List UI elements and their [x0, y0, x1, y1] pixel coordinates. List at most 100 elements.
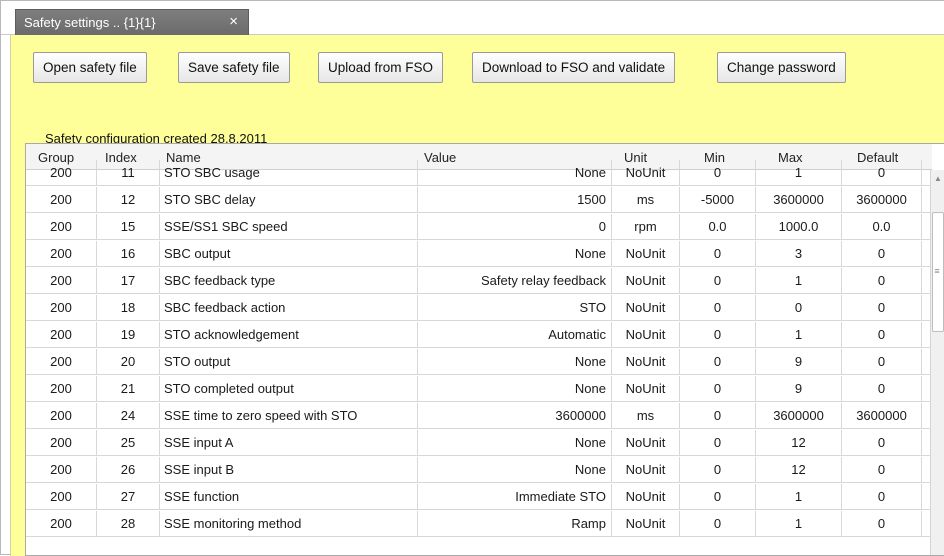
cell-default: 0	[842, 430, 922, 456]
table-row[interactable]: 200 27 SSE function Immediate STO NoUnit 0 1 0	[26, 484, 932, 510]
cell-value: None	[418, 430, 612, 456]
cell-max: 12	[756, 430, 842, 456]
table-row[interactable]: 200 15 SSE/SS1 SBC speed 0 rpm 0.0 1000.0 0.0	[26, 214, 932, 240]
table-row[interactable]: 200 17 SBC feedback type Safety relay feedb…	[26, 268, 932, 294]
cell-default: 0	[842, 484, 922, 510]
table-row[interactable]: 200 25 SSE input A None NoUnit 0 12 0	[26, 430, 932, 456]
cell-value: 1500	[418, 187, 612, 213]
cell-unit: NoUnit	[612, 241, 680, 267]
cell-default: 0	[842, 295, 922, 321]
cell-group: 200	[26, 484, 97, 510]
cell-group: 200	[26, 511, 97, 537]
download-to-fso-button[interactable]: Download to FSO and validate	[472, 52, 676, 83]
cell-value: None	[418, 241, 612, 267]
cell-max: 1	[756, 322, 842, 348]
save-safety-file-button[interactable]: Save safety file	[178, 52, 290, 83]
cell-max: 3	[756, 241, 842, 267]
cell-max: 1	[756, 511, 842, 537]
cell-unit: NoUnit	[612, 268, 680, 294]
cell-index: 18	[97, 295, 160, 321]
table-row[interactable]: 200 12 STO SBC delay 1500 ms -5000 3600000 3600…	[26, 187, 932, 213]
cell-default: 0	[842, 241, 922, 267]
cell-default: 0.0	[842, 214, 922, 240]
table-row[interactable]: 200 18 SBC feedback action STO NoUnit 0 0 0	[26, 295, 932, 321]
cell-min: 0.0	[680, 214, 756, 240]
cell-value: STO	[418, 295, 612, 321]
cell-max: 9	[756, 349, 842, 375]
close-icon[interactable]: ×	[229, 13, 238, 30]
cell-max: 9	[756, 376, 842, 402]
table-row[interactable]: 200 16 SBC output None NoUnit 0 3 0	[26, 241, 932, 267]
cell-index: 20	[97, 349, 160, 375]
cell-min: 0	[680, 349, 756, 375]
cell-group: 200	[26, 295, 97, 321]
cell-max: 1	[756, 484, 842, 510]
cell-name: SSE time to zero speed with STO	[160, 403, 418, 429]
cell-value: Automatic	[418, 322, 612, 348]
cell-min: 0	[680, 322, 756, 348]
cell-min: 0	[680, 268, 756, 294]
open-safety-file-button[interactable]: Open safety file	[33, 52, 147, 83]
cell-group: 200	[26, 403, 97, 429]
cell-group: 200	[26, 322, 97, 348]
window: Safety settings .. {1}{1} × Open safety …	[0, 0, 944, 556]
cell-index: 26	[97, 457, 160, 483]
cell-default: 3600000	[842, 187, 922, 213]
cell-value: None	[418, 376, 612, 402]
cell-unit: NoUnit	[612, 376, 680, 402]
change-password-button[interactable]: Change password	[717, 52, 846, 83]
cell-unit: NoUnit	[612, 295, 680, 321]
cell-max: 12	[756, 457, 842, 483]
cell-min: -5000	[680, 187, 756, 213]
cell-unit: NoUnit	[612, 430, 680, 456]
table-row[interactable]: 200 11 STO SBC usage None NoUnit 0 1 0	[26, 160, 932, 186]
cell-group: 200	[26, 214, 97, 240]
cell-name: SSE/SS1 SBC speed	[160, 214, 418, 240]
table-row[interactable]: 200 19 STO acknowledgement Automatic NoUnit 0…	[26, 322, 932, 348]
cell-unit: NoUnit	[612, 322, 680, 348]
cell-default: 0	[842, 349, 922, 375]
upload-from-fso-button[interactable]: Upload from FSO	[318, 52, 444, 83]
cell-unit: NoUnit	[612, 457, 680, 483]
table-row[interactable]: 200 21 STO completed output None NoUnit 0 9 0	[26, 376, 932, 402]
cell-index: 24	[97, 403, 160, 429]
cell-group: 200	[26, 241, 97, 267]
cell-value: None	[418, 349, 612, 375]
tab-title: Safety settings .. {1}{1}	[24, 15, 156, 30]
cell-group: 200	[26, 376, 97, 402]
cell-unit: NoUnit	[612, 511, 680, 537]
cell-name: SSE monitoring method	[160, 511, 418, 537]
cell-index: 27	[97, 484, 160, 510]
cell-value: None	[418, 457, 612, 483]
cell-index: 11	[97, 160, 160, 186]
cell-index: 16	[97, 241, 160, 267]
cell-max: 1	[756, 268, 842, 294]
cell-max: 3600000	[756, 187, 842, 213]
scroll-up-icon[interactable]: ▲	[931, 174, 944, 183]
cell-value: Immediate STO	[418, 484, 612, 510]
cell-value: Safety relay feedback	[418, 268, 612, 294]
table-row[interactable]: 200 26 SSE input B None NoUnit 0 12 0	[26, 457, 932, 483]
cell-index: 25	[97, 430, 160, 456]
cell-group: 200	[26, 268, 97, 294]
cell-unit: NoUnit	[612, 484, 680, 510]
cell-min: 0	[680, 430, 756, 456]
cell-unit: ms	[612, 403, 680, 429]
cell-name: SBC feedback action	[160, 295, 418, 321]
cell-min: 0	[680, 241, 756, 267]
cell-group: 200	[26, 349, 97, 375]
cell-min: 0	[680, 295, 756, 321]
cell-name: STO output	[160, 349, 418, 375]
cell-index: 19	[97, 322, 160, 348]
cell-default: 3600000	[842, 403, 922, 429]
cell-index: 17	[97, 268, 160, 294]
cell-name: SBC output	[160, 241, 418, 267]
table-row[interactable]: 200 28 SSE monitoring method Ramp NoUnit 0 1 0	[26, 511, 932, 537]
table-row[interactable]: 200 20 STO output None NoUnit 0 9 0	[26, 349, 932, 375]
table-row[interactable]: 200 24 SSE time to zero speed with STO 3600…	[26, 403, 932, 429]
tab-safety-settings[interactable]: Safety settings .. {1}{1} ×	[15, 9, 249, 35]
cell-default: 0	[842, 511, 922, 537]
cell-index: 12	[97, 187, 160, 213]
cell-value: None	[418, 160, 612, 186]
vertical-scrollbar[interactable]: ▲ ≡	[930, 170, 944, 555]
